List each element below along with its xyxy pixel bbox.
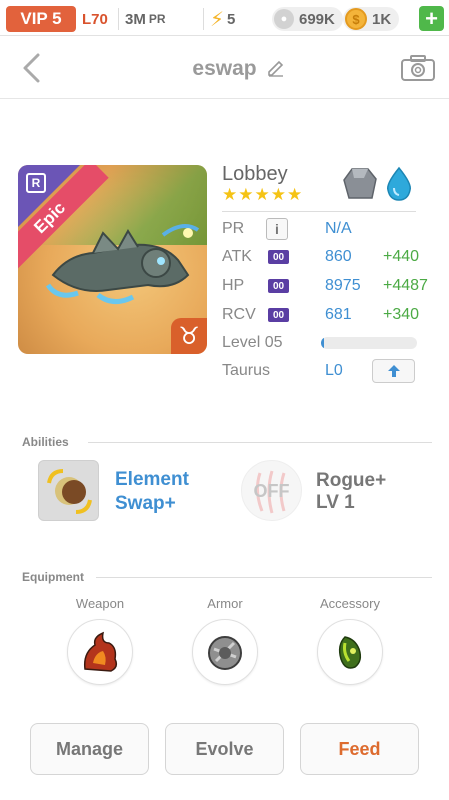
sign-row: Taurus L0 <box>222 358 415 384</box>
pr-value: 3M <box>125 10 146 28</box>
stat-bonus: +440 <box>383 248 420 265</box>
status-divider <box>118 8 119 30</box>
abilities-header: Abilities <box>22 435 69 449</box>
stat-row-atk: ATK 00 860 +440 <box>222 244 419 270</box>
taurus-icon: ♉ <box>171 318 207 354</box>
energy-counter[interactable]: ⚡ 5 <box>210 5 235 33</box>
weapon-slot[interactable] <box>67 619 133 685</box>
player-level: L70 <box>82 10 108 28</box>
equipment-header: Equipment <box>22 570 84 584</box>
zodiac-sign-label: Taurus <box>222 362 271 379</box>
armor-label: Armor <box>207 596 243 611</box>
stat-value: 860 <box>325 248 352 265</box>
stat-value: 8975 <box>325 277 361 294</box>
lightning-icon: ⚡ <box>210 8 225 31</box>
ability-name[interactable]: Rogue+ LV 1 <box>316 470 386 514</box>
stat-value: N/A <box>325 220 352 237</box>
coin-counter[interactable]: $ 1K <box>343 5 400 33</box>
stat-bonus: +340 <box>383 306 420 323</box>
monster-card[interactable]: Epic R ♉ <box>18 165 207 354</box>
stat-bonus: +4487 <box>383 277 428 294</box>
divider <box>96 577 432 578</box>
level-row: Level 05 <box>222 330 417 356</box>
coin-icon: $ <box>345 8 367 30</box>
add-currency-button[interactable]: + <box>419 6 444 31</box>
energy-value: 5 <box>227 10 236 28</box>
status-divider <box>203 8 204 30</box>
player-pr: 3M PR <box>125 5 166 33</box>
star-rating: ★★★★★ <box>222 185 304 204</box>
element-swap-icon[interactable] <box>38 460 99 521</box>
weapon-icon <box>83 631 118 672</box>
manage-button[interactable]: Manage <box>30 723 149 775</box>
vip-badge[interactable]: VIP 5 <box>6 6 76 32</box>
paw-icon: ● <box>274 9 294 29</box>
nav-bar: eswap <box>0 37 449 99</box>
ability-name-line: LV 1 <box>316 492 355 513</box>
weapon-label: Weapon <box>75 596 125 611</box>
ability-name-line: Swap+ <box>115 493 176 514</box>
edit-name-button[interactable] <box>266 57 286 82</box>
level-progress-fill <box>321 337 324 349</box>
stat-value: 681 <box>325 306 352 323</box>
divider <box>88 442 432 443</box>
pr-unit: PR <box>148 12 166 26</box>
feed-button[interactable]: Feed <box>300 723 419 775</box>
level-progress-bar <box>321 337 417 349</box>
zodiac-sign-level: L0 <box>325 362 343 379</box>
paw-value: 699K <box>299 10 335 28</box>
level-label: Level 05 <box>222 334 283 351</box>
stat-badge: 00 <box>268 250 289 264</box>
stat-label: ATK <box>222 248 252 265</box>
stat-badge: 00 <box>268 308 289 322</box>
paw-counter[interactable]: ● 699K <box>272 5 343 33</box>
stat-badge: 00 <box>268 279 289 293</box>
armor-slot[interactable] <box>192 619 258 685</box>
stat-label: RCV <box>222 306 256 323</box>
coin-value: 1K <box>372 10 392 28</box>
pencil-icon <box>268 60 284 77</box>
stat-row-hp: HP 00 8975 +4487 <box>222 273 428 299</box>
ability-off-label: OFF <box>253 481 290 501</box>
divider <box>222 211 416 212</box>
armor-icon <box>208 636 242 670</box>
page-title: eswap <box>192 57 257 80</box>
rank-badge: R <box>26 173 46 193</box>
paw-pill: ● 699K <box>272 7 343 31</box>
stat-label: HP <box>222 277 245 294</box>
arrow-up-icon <box>387 365 400 377</box>
water-element-icon <box>382 166 416 207</box>
monster-name: Lobbey <box>222 163 288 185</box>
ability-name-line: Rogue+ <box>316 470 387 491</box>
accessory-label: Accessory <box>320 596 380 611</box>
accessory-icon <box>338 636 362 669</box>
upgrade-sign-button[interactable] <box>372 359 415 383</box>
status-bar: VIP 5 L70 3M PR ⚡ 5 ● 699K $ 1K + <box>0 0 449 36</box>
stat-label: PR <box>222 220 245 237</box>
ability-name-line: Element <box>115 469 189 490</box>
stat-row-rcv: RCV 00 681 +340 <box>222 302 419 328</box>
coin-pill: $ 1K <box>343 7 400 31</box>
stat-row-pr: PR i N/A <box>222 216 352 242</box>
stone-element-icon <box>342 166 378 207</box>
evolve-button[interactable]: Evolve <box>165 723 284 775</box>
camera-button[interactable] <box>400 54 436 87</box>
ability-name[interactable]: Element Swap+ <box>115 468 189 516</box>
info-icon[interactable]: i <box>266 218 288 240</box>
accessory-slot[interactable] <box>317 619 383 685</box>
camera-icon <box>401 55 435 81</box>
